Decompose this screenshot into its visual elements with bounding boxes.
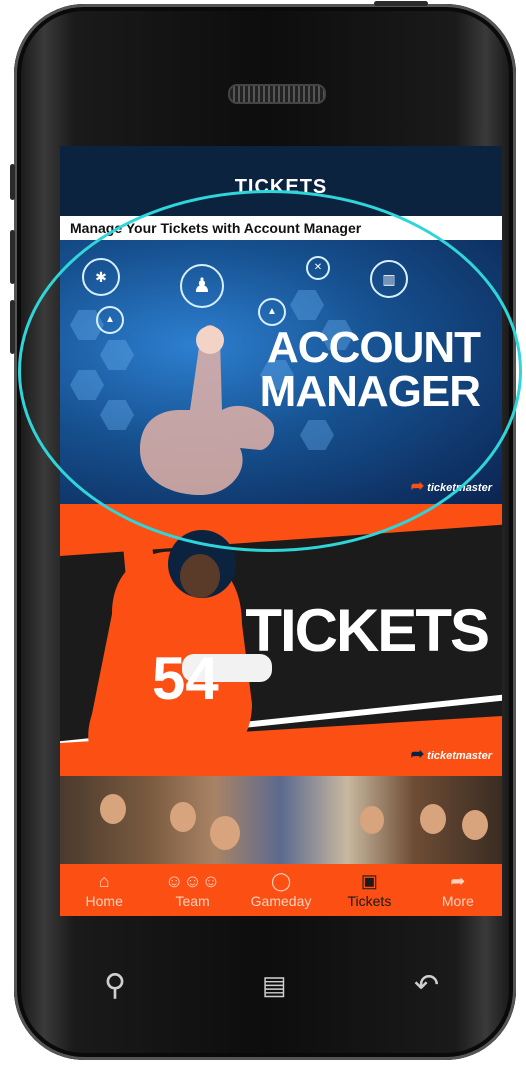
earpiece-speaker (228, 84, 326, 104)
hex-decor (70, 370, 104, 400)
fan-face (210, 816, 240, 850)
jersey-number: 54 (152, 645, 219, 712)
tab-label: Tickets (347, 893, 392, 909)
account-manager-line1: ACCOUNT (267, 323, 481, 372)
tool-icon: ✕ (306, 256, 330, 280)
power-button (374, 1, 428, 6)
broncos-logo-icon: ➦ (410, 746, 425, 763)
more-icon: ➦ (450, 871, 466, 891)
back-icon[interactable]: ↶ (414, 968, 439, 1003)
bar-chart-icon: ▥ (370, 260, 408, 298)
promo-strip: Manage Your Tickets with Account Manager (60, 216, 502, 240)
signal-icon: ▲ (96, 306, 124, 334)
gameday-icon: ◯ (270, 871, 292, 891)
broncos-logo-icon: ➦ (410, 478, 425, 495)
top-bar: TICKETS (60, 146, 502, 216)
brand-row: ➦ ticketmaster (411, 476, 492, 496)
tab-label: Team (175, 893, 210, 909)
tickets-icon: ▣ (360, 871, 378, 891)
tab-tickets[interactable]: ▣ Tickets (325, 864, 413, 916)
page-title: TICKETS (234, 176, 328, 198)
bottom-tab-bar: ⌂ Home ☺☺☺ Team ◯ Gameday ▣ Tickets ➦ Mo… (60, 864, 502, 916)
fan-face (360, 806, 384, 834)
account-manager-line2: MANAGER (259, 367, 481, 416)
tickets-banner[interactable]: 54 TICKETS ➦ ticketmaster (60, 504, 502, 776)
account-manager-banner[interactable]: ✱ ♟ ▲ ▲ ▥ ✕ ACCOUNT MANAGER ➦ ticketmast… (60, 240, 502, 504)
mute-switch (10, 164, 15, 200)
network-icon: ✱ (82, 258, 120, 296)
fan-face (170, 802, 196, 832)
volume-down-button (10, 300, 15, 354)
brand-row: ➦ ticketmaster (411, 744, 492, 764)
team-icon: ☺☺☺ (165, 871, 221, 891)
fan-face (462, 810, 488, 840)
tab-label: More (441, 893, 474, 909)
hex-decor (100, 340, 134, 370)
hex-decor (100, 400, 134, 430)
tab-label: Home (85, 893, 123, 909)
search-icon[interactable]: ⚲ (104, 968, 126, 1003)
tab-label: Gameday (250, 893, 312, 909)
tab-team[interactable]: ☺☺☺ Team (148, 864, 236, 916)
fan-face (420, 804, 446, 834)
tab-home[interactable]: ⌂ Home (60, 864, 148, 916)
volume-up-button (10, 230, 15, 284)
tickets-heading: TICKETS (245, 597, 490, 664)
fan-face (100, 794, 126, 824)
home-icon: ⌂ (98, 871, 110, 891)
app-screen: TICKETS Manage Your Tickets with Account… (60, 146, 502, 916)
hex-decor (300, 420, 334, 450)
ticketmaster-logo: ticketmaster (427, 750, 492, 762)
promo-text: Manage Your Tickets with Account Manager (70, 220, 362, 236)
account-manager-heading: ACCOUNT MANAGER (259, 323, 481, 416)
tab-gameday[interactable]: ◯ Gameday (237, 864, 325, 916)
ticketmaster-logo: ticketmaster (427, 482, 492, 494)
menu-icon[interactable]: ▤ (262, 970, 287, 1001)
tab-more[interactable]: ➦ More (414, 864, 502, 916)
fans-crowd-image[interactable] (60, 776, 502, 864)
